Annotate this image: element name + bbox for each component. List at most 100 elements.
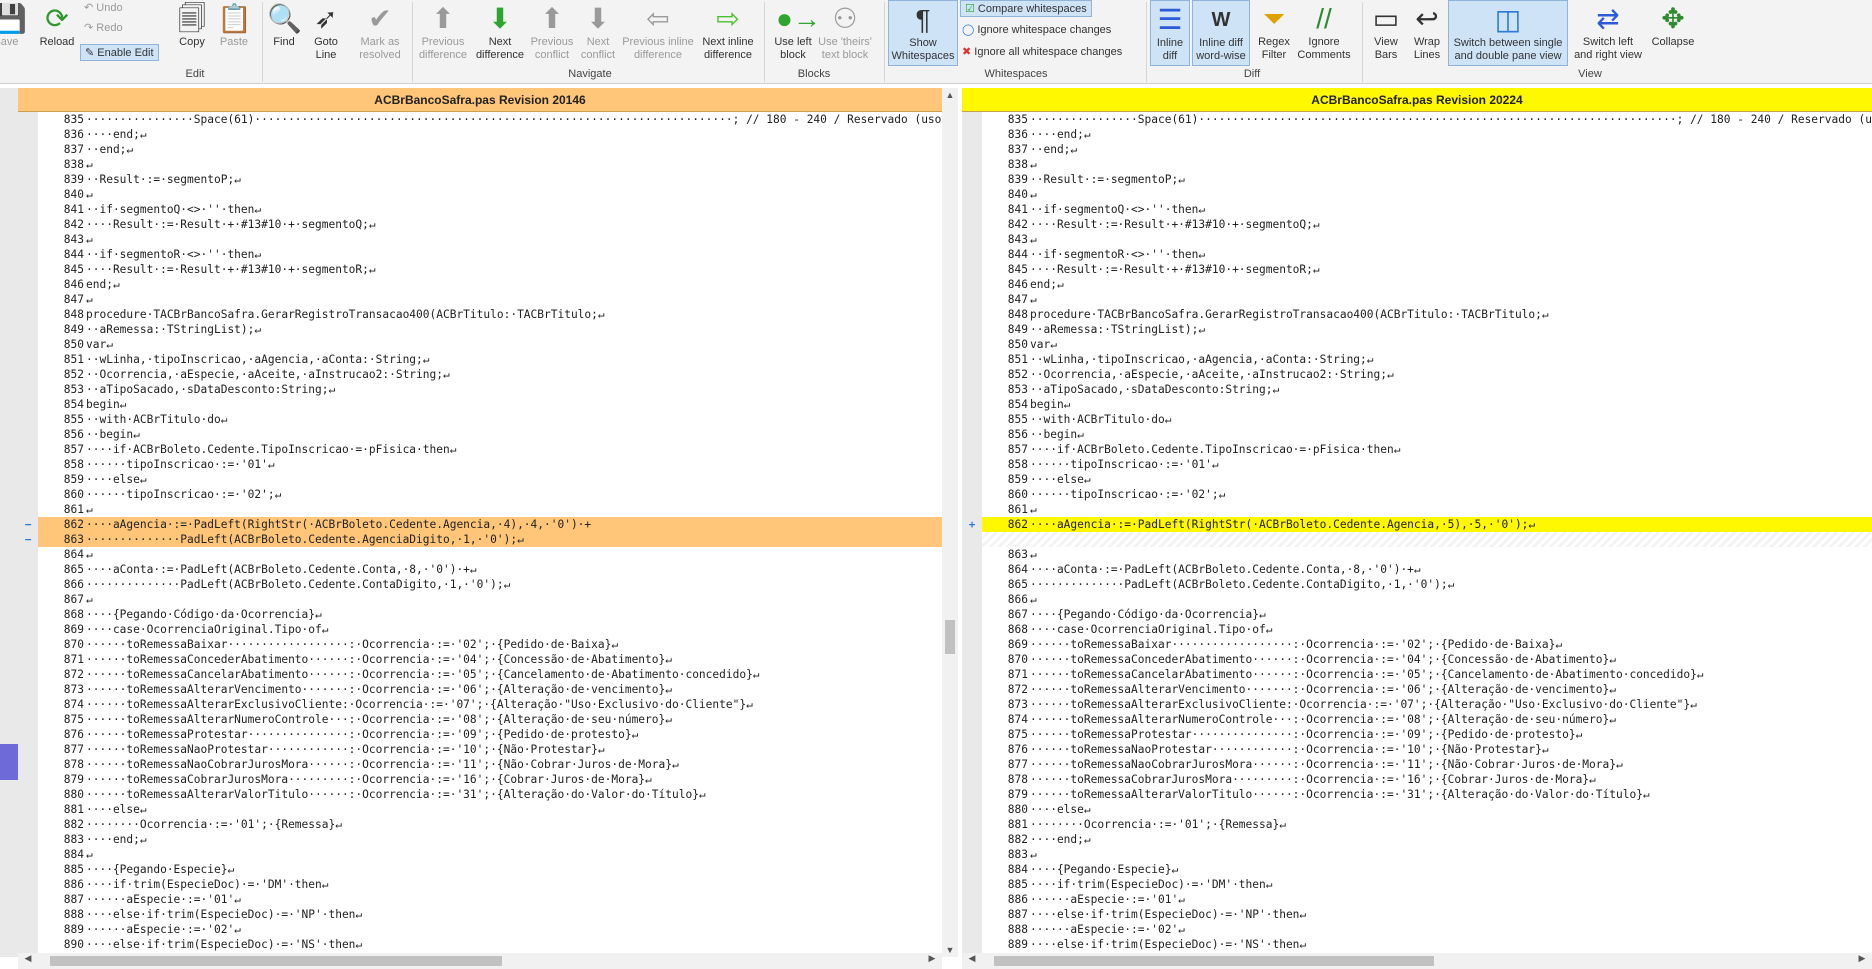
left-code-line[interactable]: 860 ······tipoInscricao·:=·'02';↵ xyxy=(38,487,942,502)
right-code-line[interactable]: 857 ····if·ACBrBoleto.Cedente.TipoInscric… xyxy=(982,442,1872,457)
right-code-line[interactable]: 841 ··if·segmentoQ·<>·''·then↵ xyxy=(982,202,1872,217)
right-code-line[interactable]: 837 ··end;↵ xyxy=(982,142,1872,157)
right-code-line[interactable]: 886 ······aEspecie·:=·'01'↵ xyxy=(982,892,1872,907)
right-code-lines[interactable]: 835 ················Space(61)············… xyxy=(969,112,1872,952)
left-code-line[interactable]: 846 end;↵ xyxy=(38,277,942,292)
left-code-line[interactable]: − 862 ····aAgencia·:=·PadLeft(RightStr(·AC… xyxy=(25,517,942,532)
left-code-lines[interactable]: 835 ················Space(61)············… xyxy=(25,112,942,952)
right-code-line[interactable]: 884 ····{Pegando·Especie}↵ xyxy=(982,862,1872,877)
left-code-line[interactable]: 855 ··with·ACBrTitulo·do↵ xyxy=(38,412,942,427)
right-code-line[interactable]: 877 ······toRemessaNaoCobrarJurosMora····… xyxy=(982,757,1872,772)
next-conflict-button[interactable]: ⬇ Next conflict xyxy=(576,0,620,66)
left-code-line[interactable]: − 863 ··············PadLeft(ACBrBoleto.Ced… xyxy=(25,532,942,547)
left-code-line[interactable]: 845 ····Result·:=·Result·+·#13#10·+·segme… xyxy=(38,262,942,277)
switch-left-right-button[interactable]: ⇄ Switch left and right view xyxy=(1572,0,1644,66)
left-code-line[interactable]: 848 procedure·TACBrBancoSafra.GerarRegist… xyxy=(38,307,942,322)
left-code-line[interactable]: 876 ······toRemessaProtestar·············… xyxy=(38,727,942,742)
right-code-line[interactable]: 854 begin↵ xyxy=(982,397,1872,412)
right-code-line[interactable]: 851 ··wLinha,·tipoInscricao,·aAgencia,·aC… xyxy=(982,352,1872,367)
copy-button[interactable]: 🗐 Copy xyxy=(174,0,210,66)
left-code-line[interactable]: 835 ················Space(61)············… xyxy=(38,112,942,127)
ignore-all-whitespace-option[interactable]: ✖ Ignore all whitespace changes xyxy=(962,44,1122,61)
right-code-line[interactable]: 867 ····{Pegando·Código·da·Ocorrencia}↵ xyxy=(982,607,1872,622)
previous-inline-difference-button[interactable]: ⇦ Previous inline difference xyxy=(622,0,694,66)
left-code-line[interactable]: 872 ······toRemessaCancelarAbatimento····… xyxy=(38,667,942,682)
right-code-line[interactable]: 883 ↵ xyxy=(982,847,1872,862)
left-code-line[interactable]: 853 ··aTipoSacado,·sDataDesconto:String;↵ xyxy=(38,382,942,397)
right-code-line[interactable]: 835 ················Space(61)············… xyxy=(982,112,1872,127)
right-code-line[interactable]: 885 ····if·trim(EspecieDoc)·=·'DM'·then↵ xyxy=(982,877,1872,892)
right-horizontal-scrollbar[interactable]: ◀ ▶ xyxy=(962,953,1872,969)
right-code-line[interactable]: 840 ↵ xyxy=(982,187,1872,202)
right-code-line[interactable]: 836 ····end;↵ xyxy=(982,127,1872,142)
left-code-line[interactable]: 839 ··Result·:=·segmentoP;↵ xyxy=(38,172,942,187)
left-code-line[interactable]: 866 ··············PadLeft(ACBrBoleto.Cede… xyxy=(38,577,942,592)
left-code-line[interactable]: 869 ····case·OcorrenciaOriginal.Tipo·of↵ xyxy=(38,622,942,637)
right-code-line[interactable]: 882 ····end;↵ xyxy=(982,832,1872,847)
right-code-line[interactable]: 869 ······toRemessaBaixar················… xyxy=(982,637,1872,652)
right-code-line[interactable]: 852 ··Ocorrencia,·aEspecie,·aAceite,·aIns… xyxy=(982,367,1872,382)
ignore-whitespace-changes-option[interactable]: ◯ Ignore whitespace changes xyxy=(962,22,1111,39)
left-code-line[interactable]: 842 ····Result·:=·Result·+·#13#10·+·segme… xyxy=(38,217,942,232)
left-code-line[interactable]: 857 ····if·ACBrBoleto.Cedente.TipoInscric… xyxy=(38,442,942,457)
right-code-line[interactable]: 846 end;↵ xyxy=(982,277,1872,292)
right-code-line[interactable]: 863 ↵ xyxy=(982,547,1872,562)
ignore-comments-button[interactable]: //Ignore Comments xyxy=(1296,0,1352,66)
left-code-line[interactable]: 850 var↵ xyxy=(38,337,942,352)
right-code-line[interactable]: 875 ······toRemessaProtestar·············… xyxy=(982,727,1872,742)
undo-button[interactable]: ↶ Undo xyxy=(84,0,123,17)
right-code-line[interactable]: 861 ↵ xyxy=(982,502,1872,517)
left-code-line[interactable]: 889 ······aEspecie·:=·'02'↵ xyxy=(38,922,942,937)
left-code-line[interactable]: 836 ····end;↵ xyxy=(38,127,942,142)
right-code-line[interactable]: 856 ··begin↵ xyxy=(982,427,1872,442)
right-code-line[interactable]: 839 ··Result·:=·segmentoP;↵ xyxy=(982,172,1872,187)
mark-resolved-button[interactable]: ✔ Mark as resolved xyxy=(352,0,408,66)
right-code-line[interactable]: 844 ··if·segmentoR·<>·''·then↵ xyxy=(982,247,1872,262)
view-bars-button[interactable]: ▭ View Bars xyxy=(1366,0,1406,66)
left-code-line[interactable]: 859 ····else↵ xyxy=(38,472,942,487)
left-code-line[interactable]: 864 ↵ xyxy=(38,547,942,562)
show-whitespaces-button[interactable]: ¶ Show Whitespaces xyxy=(888,0,958,66)
left-code-line[interactable]: 844 ··if·segmentoR·<>·''·then↵ xyxy=(38,247,942,262)
right-code-line[interactable]: 849 ··aRemessa:·TStringList);↵ xyxy=(982,322,1872,337)
left-code-line[interactable]: 887 ······aEspecie·:=·'01'↵ xyxy=(38,892,942,907)
compare-whitespaces-option[interactable]: ☑ Compare whitespaces xyxy=(960,0,1092,17)
right-code-line[interactable]: 842 ····Result·:=·Result·+·#13#10·+·segme… xyxy=(982,217,1872,232)
right-code-line[interactable]: 874 ······toRemessaAlterarNumeroControle·… xyxy=(982,712,1872,727)
wrap-lines-button[interactable]: ↩ Wrap Lines xyxy=(1408,0,1446,66)
left-horizontal-thumb[interactable] xyxy=(50,956,502,966)
left-code-line[interactable]: 849 ··aRemessa:·TStringList);↵ xyxy=(38,322,942,337)
right-code-line[interactable]: 889 ····else·if·trim(EspecieDoc)·=·'NS'·t… xyxy=(982,937,1872,952)
right-code-line[interactable]: 880 ····else↵ xyxy=(982,802,1872,817)
right-code-line[interactable]: 859 ····else↵ xyxy=(982,472,1872,487)
right-code-line[interactable]: 876 ······toRemessaNaoProtestar··········… xyxy=(982,742,1872,757)
left-code-line[interactable]: 879 ······toRemessaCobrarJurosMora·······… xyxy=(38,772,942,787)
inline-diff-button[interactable]: ☰ Inline diff xyxy=(1150,0,1190,66)
inline-diff-word-button[interactable]: W Inline diff word-wise xyxy=(1192,0,1250,66)
left-horizontal-scrollbar[interactable]: ◀ ▶ xyxy=(18,953,942,969)
right-code-line[interactable]: 853 ··aTipoSacado,·sDataDesconto:String;↵ xyxy=(982,382,1872,397)
left-code-line[interactable]: 881 ····else↵ xyxy=(38,802,942,817)
find-button[interactable]: 🔍 Find xyxy=(266,0,302,66)
left-code-line[interactable]: 890 ····else·if·trim(EspecieDoc)·=·'NS'·t… xyxy=(38,937,942,952)
left-code-line[interactable]: 852 ··Ocorrencia,·aEspecie,·aAceite,·aIns… xyxy=(38,367,942,382)
left-code-line[interactable]: 861 ↵ xyxy=(38,502,942,517)
right-code-line[interactable]: 887 ····else·if·trim(EspecieDoc)·=·'NP'·t… xyxy=(982,907,1872,922)
right-code-line[interactable]: 845 ····Result·:=·Result·+·#13#10·+·segme… xyxy=(982,262,1872,277)
use-left-block-button[interactable]: ●→ Use left block xyxy=(766,0,821,66)
right-code-line[interactable]: 843 ↵ xyxy=(982,232,1872,247)
right-code-line[interactable]: 864 ····aConta·:=·PadLeft(ACBrBoleto.Cede… xyxy=(982,562,1872,577)
right-code-line[interactable]: 881 ········Ocorrencia·:=·'01';·{Remessa}… xyxy=(982,817,1872,832)
diff-location-bar[interactable] xyxy=(0,88,18,957)
left-code-line[interactable]: 871 ······toRemessaConcederAbatimento····… xyxy=(38,652,942,667)
right-code-line[interactable]: 848 procedure·TACBrBancoSafra.GerarRegist… xyxy=(982,307,1872,322)
left-code-line[interactable]: 840 ↵ xyxy=(38,187,942,202)
right-code-line[interactable]: 871 ······toRemessaCancelarAbatimento····… xyxy=(982,667,1872,682)
left-code-line[interactable]: 867 ↵ xyxy=(38,592,942,607)
save-button[interactable]: 💾Save xyxy=(0,0,27,66)
left-code-line[interactable]: 880 ······toRemessaAlterarValorTitulo····… xyxy=(38,787,942,802)
previous-difference-button[interactable]: ⬆ Previous difference xyxy=(414,0,472,66)
left-code-line[interactable]: 838 ↵ xyxy=(38,157,942,172)
left-code-line[interactable]: 875 ······toRemessaAlterarNumeroControle·… xyxy=(38,712,942,727)
right-code-line[interactable]: 872 ······toRemessaAlterarVencimento·····… xyxy=(982,682,1872,697)
